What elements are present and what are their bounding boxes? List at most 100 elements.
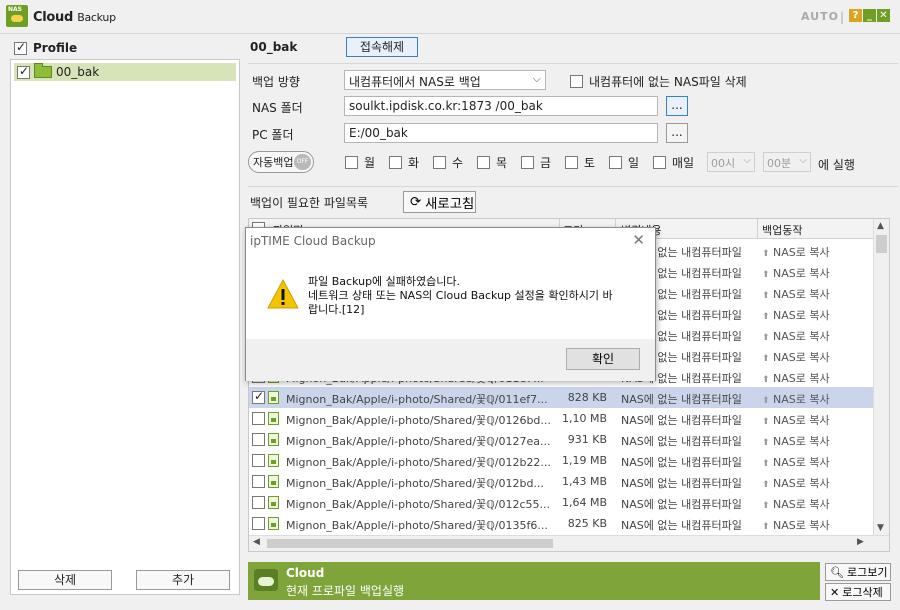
day-checkbox[interactable] <box>609 156 622 169</box>
dialog-close-button[interactable]: ✕ <box>632 231 645 249</box>
profile-name: 00_bak <box>250 40 298 54</box>
row-checkbox[interactable] <box>252 433 265 446</box>
day-fri[interactable]: 금 <box>521 154 565 171</box>
column-divider[interactable] <box>757 219 758 239</box>
profile-list: 00_bak <box>10 59 240 595</box>
day-checkbox[interactable] <box>653 156 666 169</box>
day-checkbox[interactable] <box>477 156 490 169</box>
file-name: Mignon_Bak/Apple/i-photo/Shared/꽃ℚ/0135f… <box>286 519 548 532</box>
file-action-label: NAS로 복사 <box>773 372 830 385</box>
file-change: NAS에 없는 내컴퓨터파일 <box>621 414 742 427</box>
file-size: 1,10 MB <box>561 412 607 425</box>
day-checkbox[interactable] <box>433 156 446 169</box>
day-sun[interactable]: 일 <box>609 154 653 171</box>
table-row[interactable]: Mignon_Bak/Apple/i-photo/Shared/꽃ℚ/011ef… <box>249 387 873 408</box>
table-row[interactable]: Mignon_Bak/Apple/i-photo/Shared/꽃ℚ/0126b… <box>249 408 873 429</box>
table-row[interactable]: Mignon_Bak/Apple/i-photo/Shared/꽃ℚ/012bd… <box>249 471 873 492</box>
row-checkbox[interactable] <box>252 412 265 425</box>
scroll-thumb[interactable] <box>267 539 553 548</box>
delete-option-checkbox[interactable] <box>570 75 583 88</box>
file-change: NAS에 없는 내컴퓨터파일 <box>621 519 742 532</box>
nas-folder-field[interactable]: soulkt.ipdisk.co.kr:1873 /00_bak <box>344 96 658 116</box>
table-row[interactable]: Mignon_Bak/Apple/i-photo/Shared/꽃ℚ/0135f… <box>249 513 873 534</box>
delete-option[interactable]: 내컴퓨터에 없는 NAS파일 삭제 <box>570 73 747 90</box>
file-action: ⬆ NAS로 복사 <box>762 454 830 470</box>
row-checkbox[interactable] <box>252 517 265 530</box>
column-header-action[interactable]: 백업동작 <box>762 222 802 238</box>
scroll-right-icon[interactable]: ▶ <box>857 537 864 547</box>
log-delete-button[interactable]: ✕ 로그삭제 <box>825 583 891 601</box>
file-size: 931 KB <box>567 433 607 446</box>
row-checkbox[interactable] <box>252 454 265 467</box>
dialog-message-line: 네트워크 상태 또는 NAS의 Cloud Backup 설정을 확인하시기 바 <box>308 289 613 302</box>
day-checkbox[interactable] <box>389 156 402 169</box>
file-action: ⬆ NAS로 복사 <box>762 349 830 365</box>
profile-all-checkbox[interactable] <box>14 40 27 55</box>
file-change: NAS에 없는 내컴퓨터파일 <box>621 393 742 406</box>
file-action: ⬆ NAS로 복사 <box>762 307 830 323</box>
day-checkbox[interactable] <box>521 156 534 169</box>
minimize-button[interactable]: _ <box>863 9 876 22</box>
horizontal-scrollbar[interactable]: ◀ ▶ <box>249 535 889 551</box>
dialog-title: ipTIME Cloud Backup <box>250 234 376 248</box>
file-name: Mignon_Bak/Apple/i-photo/Shared/꽃ℚ/0127e… <box>286 435 551 448</box>
file-icon <box>268 475 279 488</box>
disconnect-button[interactable]: 접속해제 <box>346 37 418 57</box>
status-message: 현재 프로파일 백업실행 <box>286 584 405 598</box>
nas-browse-button[interactable]: ... <box>666 96 688 116</box>
file-action-label: NAS로 복사 <box>773 456 830 469</box>
direction-select[interactable]: 내컴퓨터에서 NAS로 백업 ⌵ <box>344 70 546 90</box>
day-checkbox[interactable] <box>345 156 358 169</box>
day-wed[interactable]: 수 <box>433 154 477 171</box>
row-checkbox[interactable] <box>252 475 265 488</box>
day-label: 화 <box>408 156 420 170</box>
file-action: ⬆ NAS로 복사 <box>762 496 830 512</box>
auto-backup-toggle[interactable]: 자동백업 OFF <box>248 151 314 173</box>
ok-button[interactable]: 확인 <box>566 348 640 370</box>
log-view-button[interactable]: 🔍︎ 로그보기 <box>825 563 891 581</box>
up-arrow-icon: ⬆ <box>762 396 770 406</box>
day-checkbox[interactable] <box>565 156 578 169</box>
auto-label[interactable]: AUTO <box>801 10 839 23</box>
row-checkbox[interactable] <box>252 496 265 509</box>
profile-item-checkbox[interactable] <box>17 64 30 79</box>
day-mon[interactable]: 월 <box>345 154 389 171</box>
day-thu[interactable]: 목 <box>477 154 521 171</box>
hour-value: 00시 <box>711 157 736 170</box>
scroll-thumb[interactable] <box>876 235 887 253</box>
day-tue[interactable]: 화 <box>389 154 433 171</box>
table-row[interactable]: Mignon_Bak/Apple/i-photo/Shared/꽃ℚ/0127e… <box>249 429 873 450</box>
pc-folder-field[interactable]: E:/00_bak <box>344 123 658 143</box>
add-profile-button[interactable]: 추가 <box>136 570 230 590</box>
file-icon <box>268 433 279 446</box>
pc-folder-label: PC 폴더 <box>252 128 294 142</box>
table-row[interactable]: Mignon_Bak/Apple/i-photo/Shared/꽃ℚ/012c5… <box>249 492 873 513</box>
scroll-left-icon[interactable]: ◀ <box>253 537 260 547</box>
vertical-scrollbar[interactable]: ▲ ▼ <box>873 219 889 535</box>
day-selector: 월 화 수 목 금 토 일 매일 <box>345 154 709 171</box>
close-icon: ✕ <box>830 586 840 599</box>
hour-select[interactable]: 00시 ⌵ <box>707 152 755 172</box>
file-action: ⬆ NAS로 복사 <box>762 433 830 449</box>
day-sat[interactable]: 토 <box>565 154 609 171</box>
file-change: NAS에 없는 내컴퓨터파일 <box>621 435 742 448</box>
minute-select[interactable]: 00분 ⌵ <box>763 152 811 172</box>
scroll-up-icon[interactable]: ▲ <box>877 221 884 231</box>
row-checkbox[interactable] <box>252 389 265 404</box>
file-action-label: NAS로 복사 <box>773 519 830 532</box>
table-row[interactable]: Mignon_Bak/Apple/i-photo/Shared/꽃ℚ/012b2… <box>249 450 873 471</box>
up-arrow-icon: ⬆ <box>762 249 770 259</box>
close-button[interactable]: ✕ <box>877 9 890 22</box>
file-size: 1,43 MB <box>561 475 607 488</box>
scroll-down-icon[interactable]: ▼ <box>877 523 884 533</box>
app-title: Cloud Backup <box>33 10 116 25</box>
help-button[interactable]: ? <box>849 9 862 22</box>
refresh-button[interactable]: ⟳ 새로고침 <box>403 191 476 213</box>
day-daily[interactable]: 매일 <box>653 154 709 171</box>
delete-profile-button[interactable]: 삭제 <box>18 570 112 590</box>
pc-browse-button[interactable]: ... <box>666 123 688 143</box>
chevron-down-icon: ⌵ <box>532 72 541 85</box>
app-logo-icon: NAS <box>6 5 28 27</box>
file-name: Mignon_Bak/Apple/i-photo/Shared/꽃ℚ/011ef… <box>286 393 548 406</box>
profile-item[interactable]: 00_bak <box>14 63 236 81</box>
